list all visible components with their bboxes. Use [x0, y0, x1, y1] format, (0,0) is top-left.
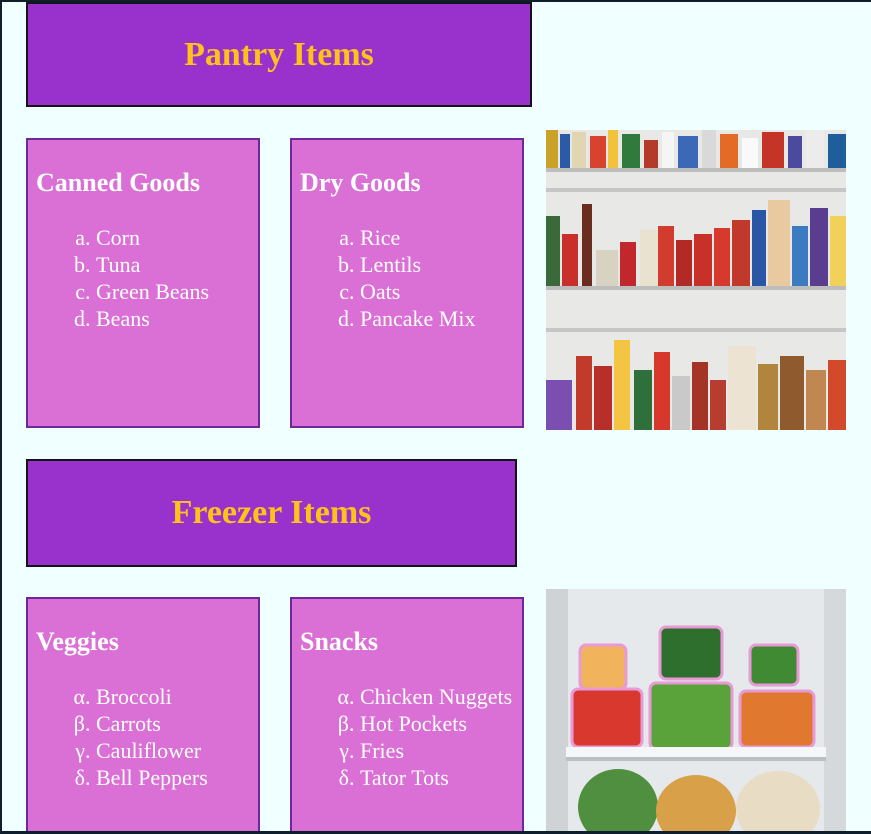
snacks-heading: Snacks: [300, 627, 379, 656]
freezer-photo-drawing: [546, 589, 846, 831]
dry-goods-card: Dry Goods Rice Lentils Oats Pancake Mix: [290, 138, 524, 428]
list-item: Carrots: [96, 710, 250, 737]
list-item: Hot Pockets: [360, 710, 514, 737]
veggies-list: Broccoli Carrots Cauliflower Bell Pepper…: [36, 683, 250, 791]
list-item: Green Beans: [96, 278, 250, 305]
canned-goods-list: Corn Tuna Green Beans Beans: [36, 224, 250, 332]
freezer-banner: Freezer Items: [26, 459, 517, 567]
list-item: Fries: [360, 737, 514, 764]
veggies-heading: Veggies: [36, 627, 119, 656]
list-item: Pancake Mix: [360, 305, 514, 332]
list-item: Beans: [96, 305, 250, 332]
dry-goods-heading: Dry Goods: [300, 168, 421, 197]
freezer-containers-photo: [546, 589, 846, 831]
canned-goods-card: Canned Goods Corn Tuna Green Beans Beans: [26, 138, 260, 428]
list-item: Chicken Nuggets: [360, 683, 514, 710]
list-item: Oats: [360, 278, 514, 305]
page-frame: Pantry Items Canned Goods Corn Tuna Gree…: [2, 2, 871, 831]
list-item: Rice: [360, 224, 514, 251]
list-item: Bell Peppers: [96, 764, 250, 791]
freezer-title: Freezer Items: [171, 494, 372, 531]
list-item: Broccoli: [96, 683, 250, 710]
dry-goods-list: Rice Lentils Oats Pancake Mix: [300, 224, 514, 332]
snacks-card: Snacks Chicken Nuggets Hot Pockets Fries…: [290, 597, 524, 831]
pantry-shelves-photo: [546, 130, 846, 430]
list-item: Tator Tots: [360, 764, 514, 791]
pantry-title: Pantry Items: [184, 35, 374, 73]
list-item: Lentils: [360, 251, 514, 278]
pantry-banner: Pantry Items: [26, 2, 532, 107]
list-item: Cauliflower: [96, 737, 250, 764]
list-item: Corn: [96, 224, 250, 251]
list-item: Tuna: [96, 251, 250, 278]
veggies-card: Veggies Broccoli Carrots Cauliflower Bel…: [26, 597, 260, 831]
snacks-list: Chicken Nuggets Hot Pockets Fries Tator …: [300, 683, 514, 791]
pantry-photo-drawing: [546, 130, 846, 430]
canned-goods-heading: Canned Goods: [36, 168, 200, 197]
